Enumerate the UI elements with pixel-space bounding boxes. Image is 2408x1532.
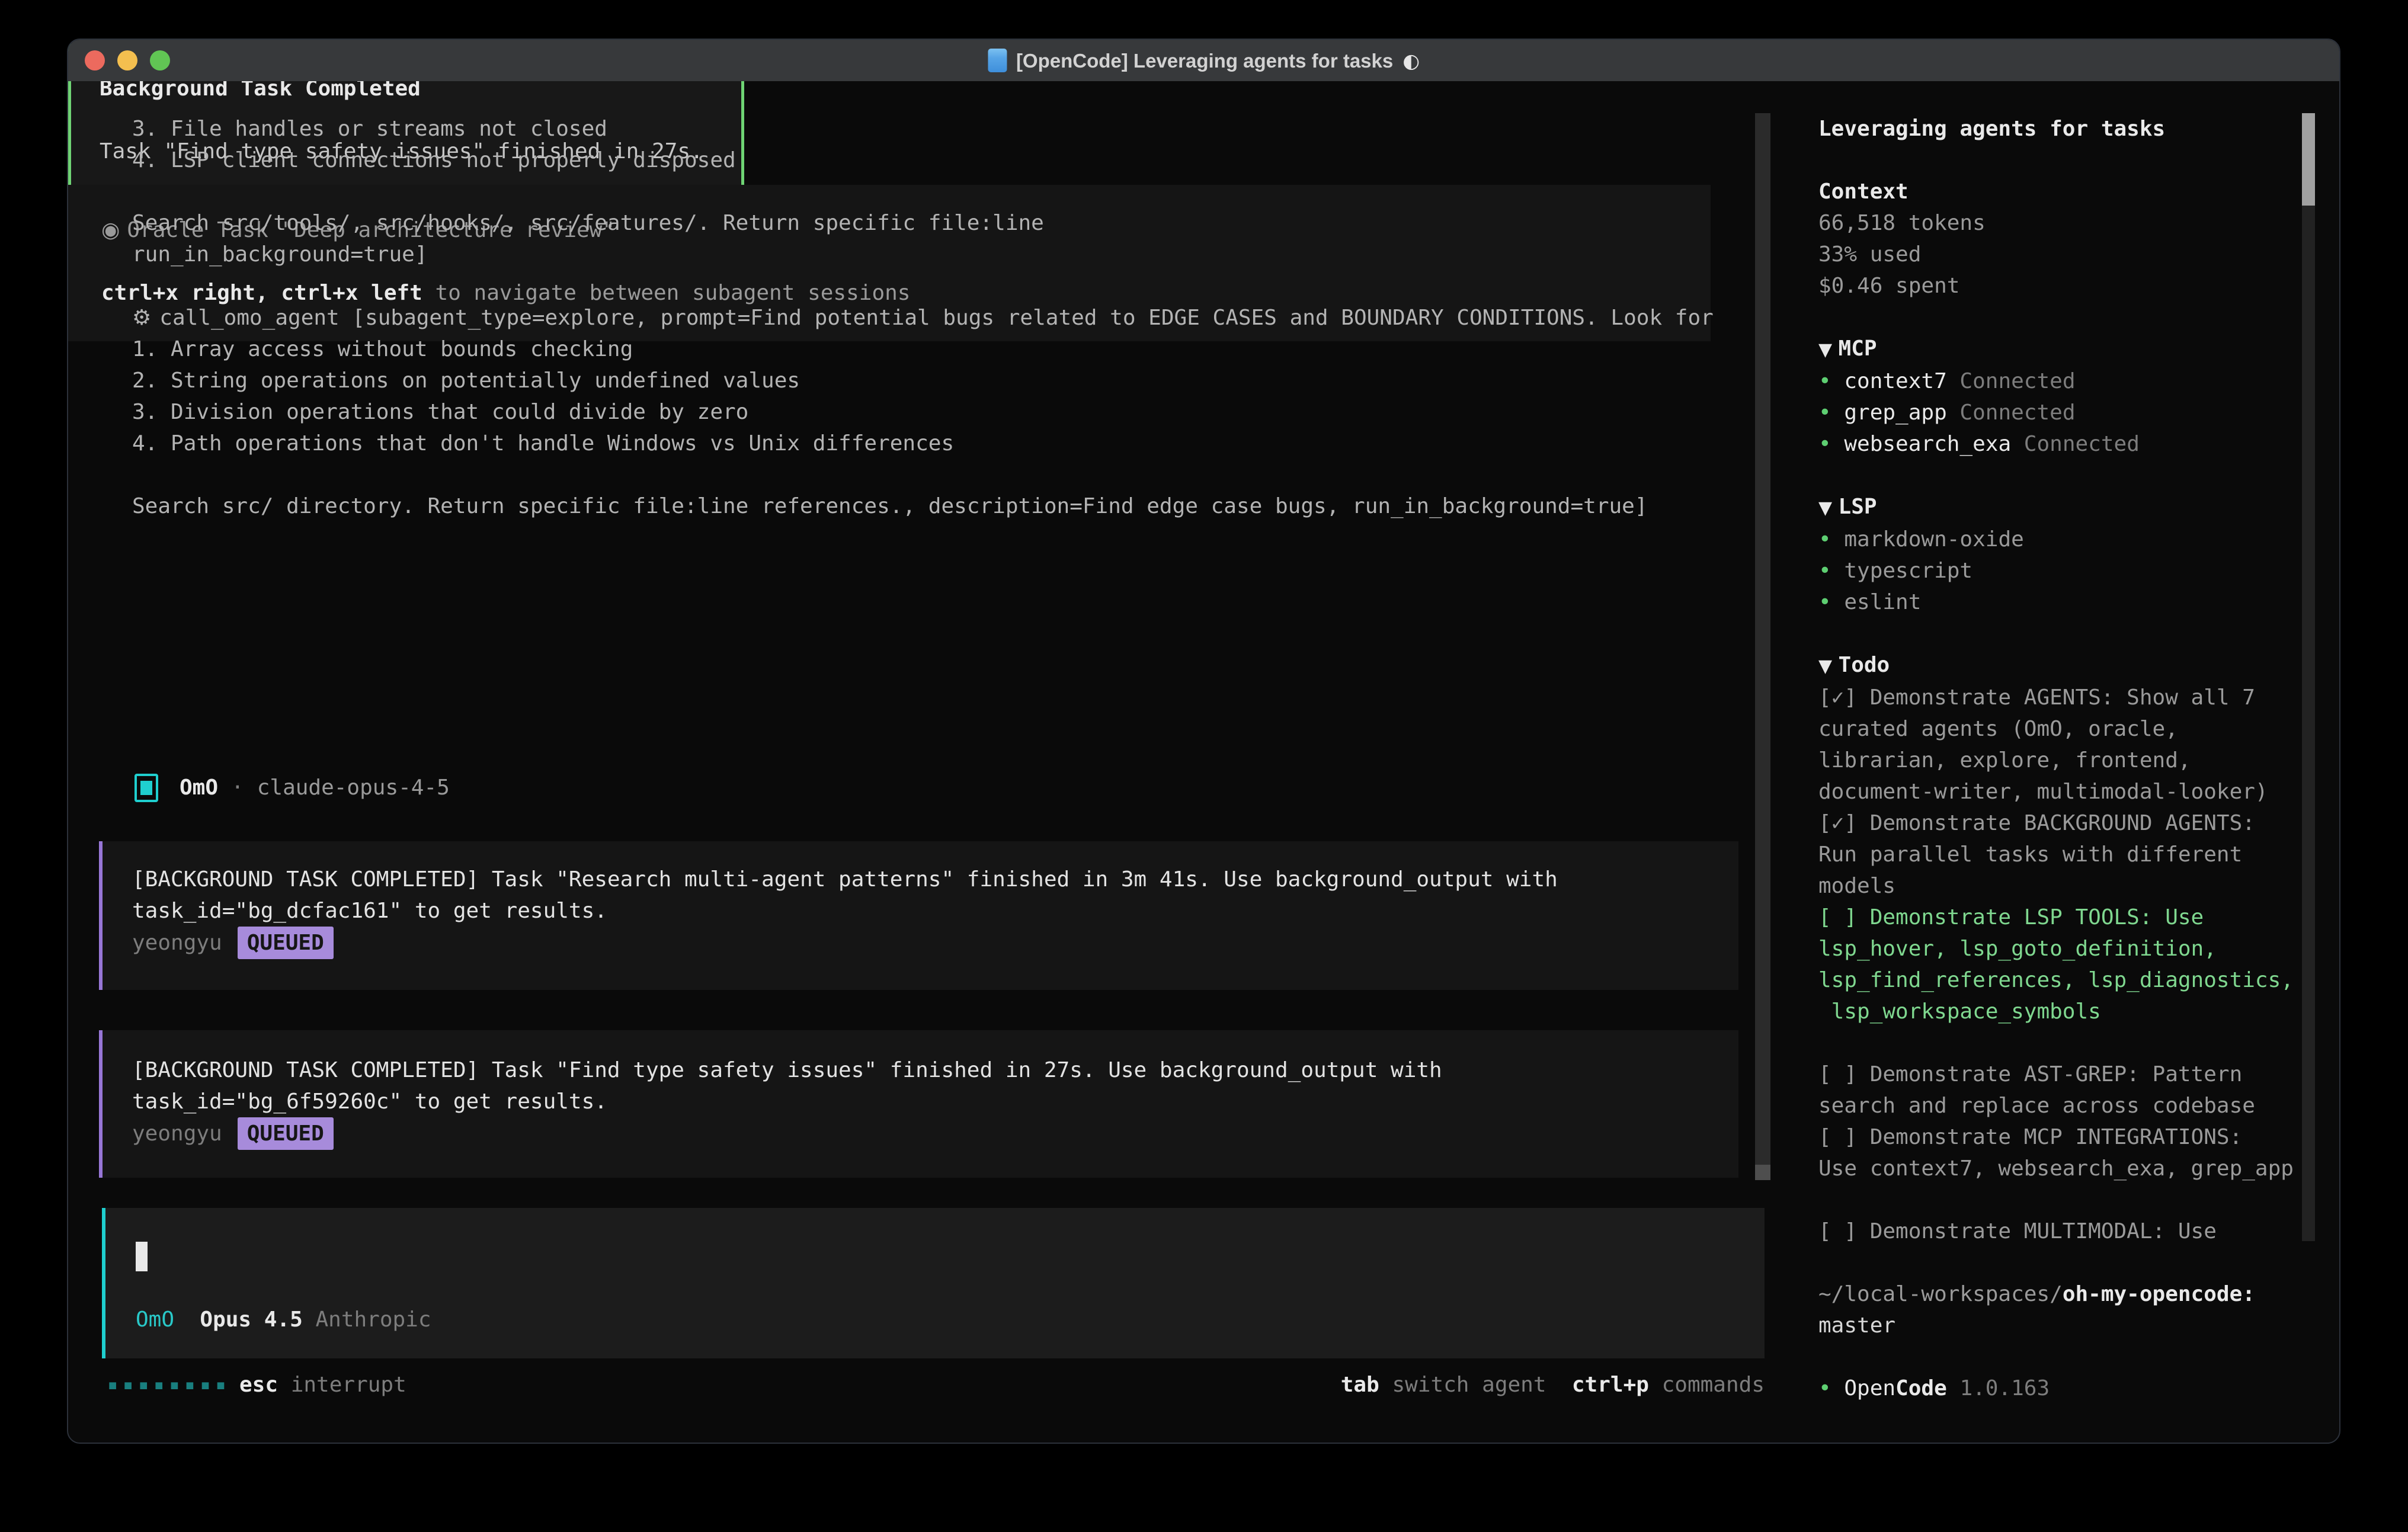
lsp-section-header[interactable]: ▼ LSP <box>1818 491 2300 524</box>
status-dot-icon: • <box>1818 559 1844 583</box>
todo-item-pending: [ ] Demonstrate MCP INTEGRATIONS: Use co… <box>1818 1121 2300 1184</box>
todo-item-pending: [ ] Demonstrate MULTIMODAL: Use <box>1818 1216 2300 1247</box>
context-header: Context <box>1818 176 2300 207</box>
tool-call-text: call_omo_agent [subagent_type=explore, p… <box>159 306 1714 330</box>
workspace-path: ~/local-workspaces/oh-my-opencode: <box>1818 1278 2300 1310</box>
agent-model: claude-opus-4-5 <box>257 772 450 803</box>
separator-dot: · <box>231 772 244 803</box>
status-dot-icon: • <box>1818 432 1844 456</box>
status-badge: QUEUED <box>238 927 334 959</box>
sidebar-scrollbar[interactable] <box>2302 113 2315 1241</box>
sidebar-scrollbar-thumb[interactable] <box>2302 113 2315 206</box>
model-selector[interactable]: OmO Opus 4.5 Anthropic <box>136 1304 1765 1335</box>
chat-scrollbar[interactable] <box>1755 113 1770 1180</box>
status-dot-icon: • <box>1818 527 1844 552</box>
lsp-item: • typescript <box>1818 555 2300 586</box>
git-branch: master <box>1818 1310 2300 1341</box>
lsp-item: • markdown-oxide <box>1818 524 2300 555</box>
author-name: yeongyu <box>132 931 222 955</box>
tool-call-line: ⚙ call_omo_agent [subagent_type=explore, … <box>132 302 1751 334</box>
message-text: [BACKGROUND TASK COMPLETED] Task "Resear… <box>103 864 1738 927</box>
status-dot-icon: • <box>1818 1376 1844 1400</box>
mcp-section-header[interactable]: ▼ MCP <box>1818 333 2300 366</box>
todo-item-pending: [ ] Demonstrate AST-GREP: Pattern search… <box>1818 1059 2300 1121</box>
zoom-button[interactable] <box>150 50 170 70</box>
status-dot-icon: • <box>1818 590 1844 614</box>
tool-call-body: 1. Array access without bounds checking … <box>132 334 1751 522</box>
input-model-name: Opus 4.5 <box>200 1307 302 1332</box>
keyboard-hints: tab switch agent ctrl+p commands <box>1341 1369 1765 1400</box>
close-button[interactable] <box>85 50 105 70</box>
oracle-icon: ◉ <box>101 218 120 242</box>
todo-section: ▼ Todo [✓] Demonstrate AGENTS: Show all … <box>1818 649 2300 1247</box>
mcp-item: • grep_app Connected <box>1818 397 2300 428</box>
chevron-down-icon: ▼ <box>1818 498 1839 518</box>
terminal-window: [OpenCode] Leveraging agents for tasks ◐… <box>67 39 2340 1444</box>
author-name: yeongyu <box>132 1121 222 1146</box>
omo-agent-icon <box>135 774 158 802</box>
status-dot-icon: • <box>1818 369 1844 393</box>
context-spent: $0.46 spent <box>1818 270 2300 302</box>
status-badge: QUEUED <box>238 1117 334 1150</box>
todo-item-done: [✓] Demonstrate AGENTS: Show all 7 curat… <box>1818 682 2300 807</box>
titlebar: [OpenCode] Leveraging agents for tasks ◐ <box>68 40 2339 81</box>
scrollback-text: 3. File handles or streams not closed 4.… <box>132 113 1750 270</box>
message-card: [BACKGROUND TASK COMPLETED] Task "Find t… <box>99 1030 1738 1178</box>
chevron-down-icon: ▼ <box>1818 656 1839 677</box>
context-section: Context 66,518 tokens 33% used $0.46 spe… <box>1818 176 2300 302</box>
lsp-item: • eslint <box>1818 586 2300 618</box>
message-card: [BACKGROUND TASK COMPLETED] Task "Resear… <box>99 841 1738 990</box>
activity-spinner-dots: ▪▪▪▪▪▪▪▪ <box>107 1369 231 1400</box>
sidebar: Leveraging agents for tasks Context 66,5… <box>1818 113 2300 1404</box>
workspace-info: ~/local-workspaces/oh-my-opencode: maste… <box>1818 1278 2300 1341</box>
todo-section-header[interactable]: ▼ Todo <box>1818 649 2300 682</box>
hint-keys: ctrl+x right, ctrl+x left <box>101 281 422 305</box>
context-tokens: 66,518 tokens <box>1818 207 2300 239</box>
traffic-lights <box>85 50 170 70</box>
agent-name: OmO <box>180 772 218 803</box>
text-cursor <box>136 1242 148 1271</box>
version-line: • OpenCode 1.0.163 <box>1818 1373 2300 1404</box>
input-model-provider: Anthropic <box>315 1307 431 1332</box>
spinner-icon: ◐ <box>1402 45 1420 76</box>
chat-scrollbar-thumb[interactable] <box>1755 1165 1770 1180</box>
message-text: [BACKGROUND TASK COMPLETED] Task "Find t… <box>103 1055 1738 1117</box>
mcp-item: • context7 Connected <box>1818 366 2300 397</box>
mcp-section: ▼ MCP • context7 Connected • grep_app Co… <box>1818 333 2300 460</box>
document-icon <box>988 49 1007 72</box>
hint-text: to navigate between subagent sessions <box>422 281 911 305</box>
lsp-section: ▼ LSP • markdown-oxide • typescript • es… <box>1818 491 2300 618</box>
prompt-input[interactable]: OmO Opus 4.5 Anthropic <box>102 1208 1765 1358</box>
agent-header: OmO · claude-opus-4-5 <box>135 772 450 803</box>
window-title-area: [OpenCode] Leveraging agents for tasks ◐ <box>988 40 1420 81</box>
message-meta: yeongyu QUEUED <box>103 1117 1738 1150</box>
todo-item-active: [ ] Demonstrate LSP TOOLS: Use lsp_hover… <box>1818 902 2300 1027</box>
context-used: 33% used <box>1818 239 2300 270</box>
gear-icon: ⚙ <box>132 306 151 330</box>
message-meta: yeongyu QUEUED <box>103 927 1738 959</box>
chevron-down-icon: ▼ <box>1818 339 1839 360</box>
window-title: [OpenCode] Leveraging agents for tasks <box>1016 45 1393 76</box>
interrupt-hint: esc interrupt <box>239 1369 406 1400</box>
mcp-item: • websearch_exa Connected <box>1818 428 2300 460</box>
input-agent-name: OmO <box>136 1307 174 1332</box>
minimize-button[interactable] <box>117 50 137 70</box>
session-title: Leveraging agents for tasks <box>1818 113 2300 145</box>
todo-item-done: [✓] Demonstrate BACKGROUND AGENTS: Run p… <box>1818 807 2300 902</box>
status-dot-icon: • <box>1818 400 1844 425</box>
